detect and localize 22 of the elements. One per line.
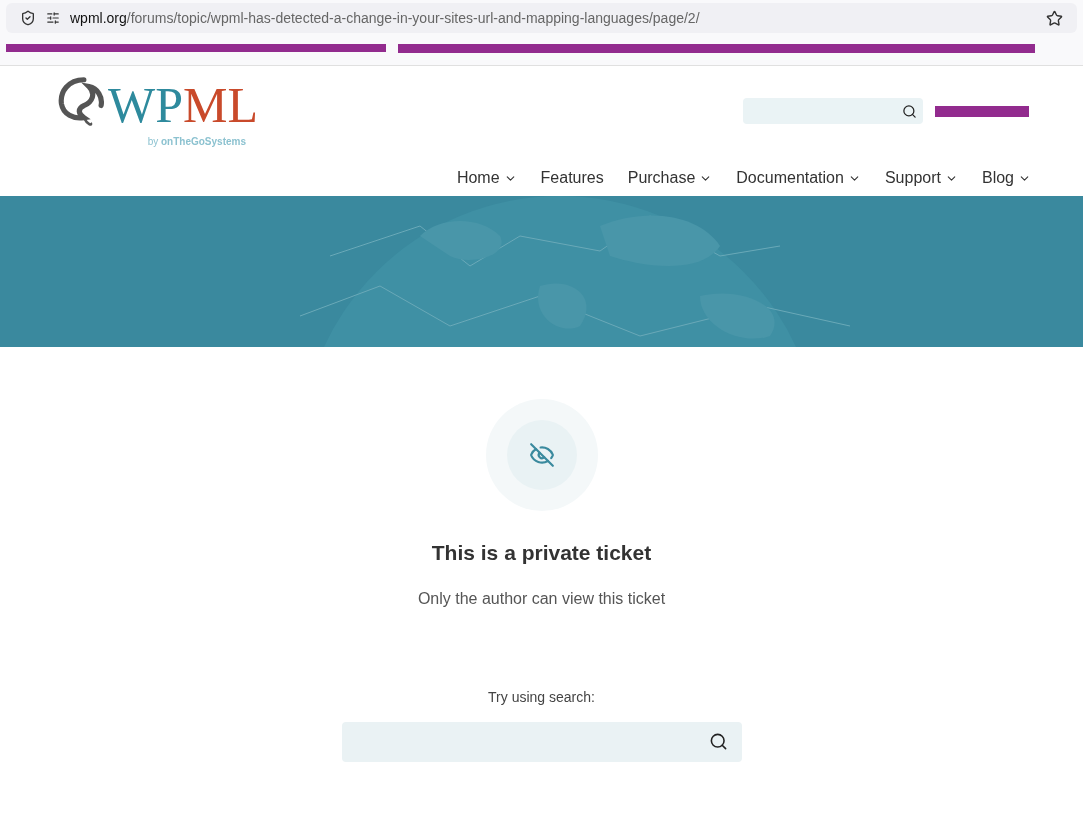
nav-link[interactable]: Features <box>540 166 604 190</box>
shield-icon <box>20 10 36 26</box>
permissions-icon[interactable] <box>46 11 60 25</box>
nav-link[interactable]: Documentation <box>736 166 861 190</box>
search-label: Try using search: <box>488 687 595 707</box>
url-text: wpml.org/forums/topic/wpml-has-detected-a-change-in-your-sites-url-and-mapping-languages/page/2/ <box>70 8 700 28</box>
logo-text: WPML <box>108 80 258 130</box>
search-icon <box>708 732 728 751</box>
nav-link[interactable]: Purchase <box>627 166 713 190</box>
nav-link[interactable]: Support <box>884 166 958 190</box>
logo-byline: by onTheGoSystems <box>147 135 246 149</box>
star-icon[interactable] <box>1046 9 1063 27</box>
nav-link[interactable]: Home <box>456 166 517 190</box>
notice-message: Only the author can view this ticket <box>417 588 666 609</box>
hidden-eye-icon <box>528 442 555 468</box>
search-field[interactable] <box>341 721 742 762</box>
search-icon <box>902 103 917 119</box>
address-bar[interactable]: wpml.org/forums/topic/wpml-has-detected-a-change-in-your-sites-url-and-mapping-languages/page/2/ <box>6 3 1077 33</box>
search-field[interactable] <box>743 98 923 124</box>
notice-title: This is a private ticket <box>431 540 652 566</box>
nav-link[interactable]: Blog <box>981 166 1031 190</box>
logo[interactable]: WPML by onTheGoSystems <box>58 72 258 196</box>
